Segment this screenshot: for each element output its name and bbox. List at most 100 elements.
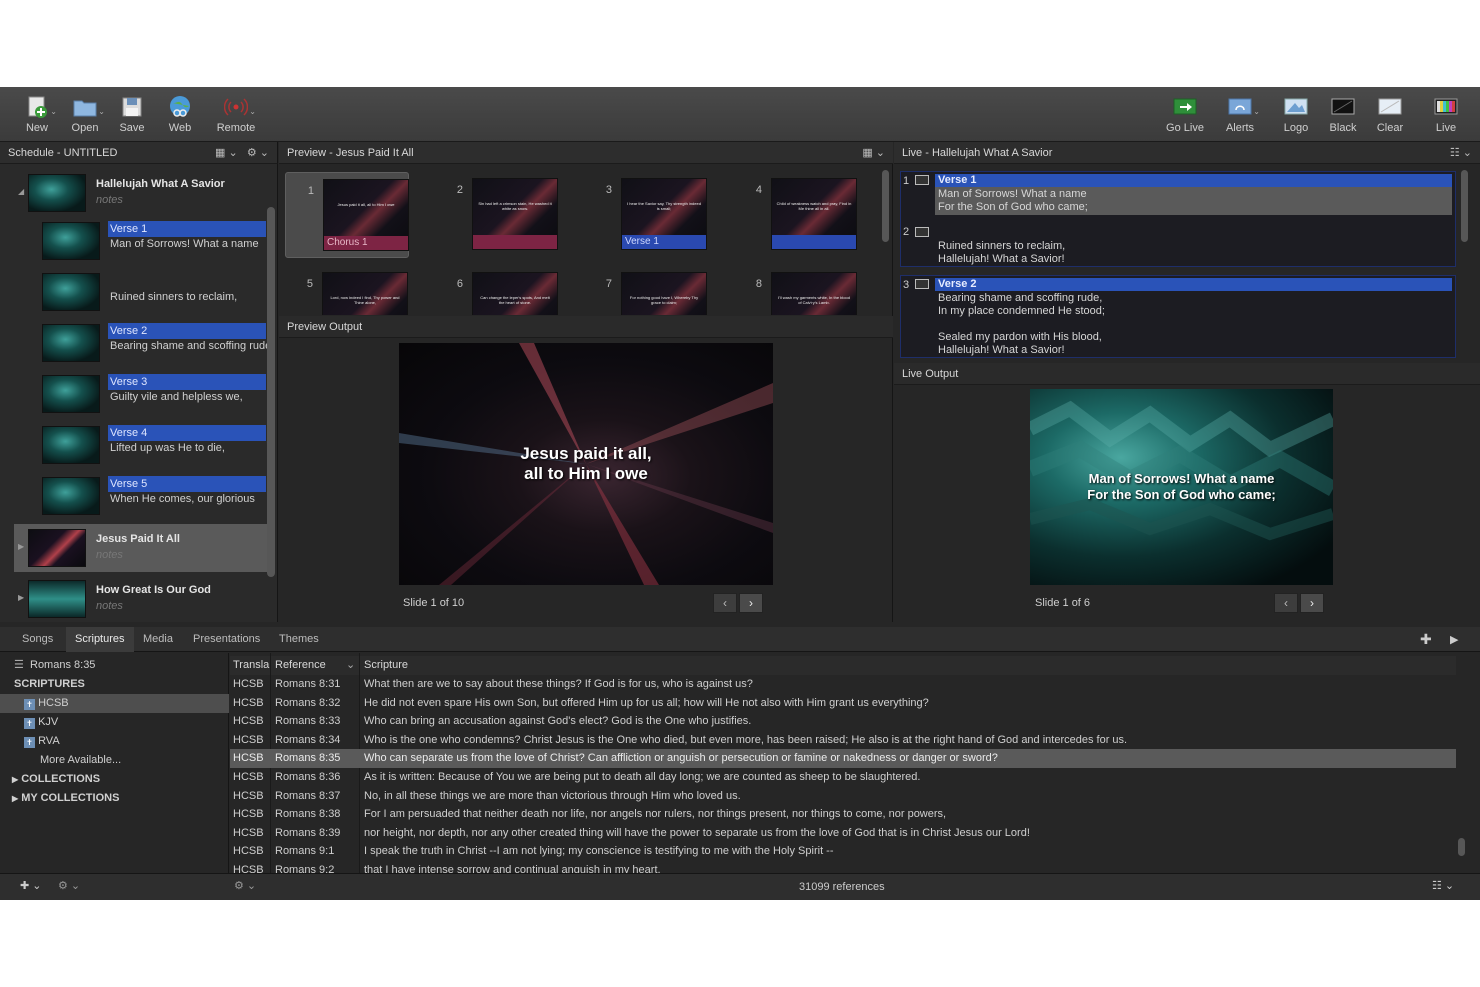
disclosure-closed-icon[interactable]: ▶ <box>18 593 24 602</box>
grid-view-icon[interactable]: ▦ ⌄ <box>862 147 885 159</box>
preview-slide[interactable]: 7 For nothing good have I, Whereby Thy g… <box>584 266 708 315</box>
table-row[interactable]: HCSB Romans 8:35 Who can separate us from … <box>230 749 1456 769</box>
chevron-left-icon: ‹ <box>723 596 727 610</box>
broadcast-icon: ⌄ <box>223 95 256 119</box>
table-row[interactable]: HCSB Romans 8:31 What then are we to say a… <box>230 675 1456 694</box>
logo-label: Logo <box>1283 122 1309 134</box>
table-scrollbar[interactable] <box>1458 838 1465 856</box>
slide-thumbnail <box>42 477 100 515</box>
live-next-button[interactable]: › <box>1300 593 1324 613</box>
cell-scripture: For I am persuaded that neither death no… <box>364 808 947 821</box>
clear-button[interactable]: Clear <box>1368 95 1412 134</box>
table-row[interactable]: HCSB Romans 8:36 As it is written: Because… <box>230 768 1456 787</box>
tab-media[interactable]: Media <box>134 627 182 652</box>
schedule-slide[interactable]: Verse 5 When He comes, our glorious <box>40 474 266 520</box>
go-live-button[interactable]: Go Live <box>1163 95 1207 134</box>
preview-slide[interactable]: 4 Child of weakness watch and pray, Find… <box>734 172 858 258</box>
collections-group[interactable]: ▶ COLLECTIONS <box>0 770 229 789</box>
table-row[interactable]: HCSB Romans 9:1 I speak the truth in Chris… <box>230 842 1456 861</box>
disclosure-closed-icon[interactable]: ▶ <box>18 542 24 551</box>
schedule-song[interactable]: ▶ Jesus Paid It All notes <box>14 524 268 572</box>
slide-text: When He comes, our glorious <box>110 493 255 505</box>
remote-button[interactable]: ⌄ Remote <box>214 95 258 134</box>
list-view-icon: ☷ <box>1432 880 1442 892</box>
sort-chevron-icon[interactable]: ⌄ <box>346 656 355 675</box>
web-button[interactable]: Web <box>158 95 202 134</box>
song-title: Hallelujah What A Savior <box>96 178 225 190</box>
schedule-slide[interactable]: Verse 4 Lifted up was He to die, <box>40 423 266 469</box>
add-menu-button[interactable]: ✚ ⌄ <box>20 879 42 892</box>
schedule-slide[interactable]: Ruined sinners to reclaim, <box>40 270 266 316</box>
cell-translation: HCSB <box>233 733 264 746</box>
open-button[interactable]: ⌄ Open <box>63 95 107 134</box>
table-row[interactable]: HCSB Romans 8:34 Who is the one who condem… <box>230 731 1456 750</box>
tab-themes[interactable]: Themes <box>270 627 328 652</box>
cell-scripture: nor height, nor depth, nor any other cre… <box>364 826 1030 839</box>
schedule-slide[interactable]: Verse 2 Bearing shame and scoffing rude, <box>40 321 270 367</box>
column-header-translation[interactable]: Transla <box>233 656 269 675</box>
monitor-icon <box>915 175 929 185</box>
preview-grid-scrollbar[interactable] <box>882 170 889 242</box>
preview-slide[interactable]: 2 Sin had left a crimson stain, He washe… <box>435 172 559 258</box>
table-row[interactable]: HCSB Romans 8:32 He did not even spare His… <box>230 694 1456 713</box>
logo-button[interactable]: Logo <box>1274 95 1318 134</box>
more-available-link[interactable]: More Available... <box>0 751 229 770</box>
preview-next-button[interactable]: › <box>739 593 763 613</box>
save-button[interactable]: Save <box>110 95 154 134</box>
live-view-toggle[interactable]: ☷ ⌄ <box>1450 142 1472 164</box>
alerts-button[interactable]: ⌄ Alerts <box>1218 95 1262 134</box>
slide-label-bar <box>473 235 557 249</box>
tab-scriptures[interactable]: Scriptures <box>66 627 134 652</box>
table-row[interactable]: HCSB Romans 8:33 Who can bring an accusati… <box>230 712 1456 731</box>
disclosure-open-icon[interactable]: ◢ <box>18 187 24 196</box>
schedule-slide[interactable]: Verse 1 Man of Sorrows! What a name <box>40 219 266 265</box>
live-slide[interactable]: 3 Verse 2 Bearing shame and scoffing rud… <box>900 275 1456 358</box>
gear-icon[interactable]: ⚙ ⌄ <box>247 147 269 159</box>
black-button[interactable]: Black <box>1321 95 1365 134</box>
list-view-icon[interactable]: ☷ ⌄ <box>1450 147 1472 159</box>
preview-slide[interactable]: 3 I hear the Savior say, Thy strength in… <box>584 172 708 258</box>
table-row[interactable]: HCSB Romans 8:39 nor height, nor depth, no… <box>230 824 1456 843</box>
schedule-slide[interactable]: Verse 3 Guilty vile and helpless we, <box>40 372 266 418</box>
column-header-reference[interactable]: Reference <box>275 656 326 675</box>
live-button[interactable]: Live <box>1424 95 1468 134</box>
translation-item-kjv[interactable]: ✝ KJV <box>0 713 229 732</box>
toolbar: ⌄ New ⌄ Open Save Web ⌄ Remote Go Live ⌄… <box>0 87 1480 142</box>
table-gear-button[interactable]: ⚙ ⌄ <box>234 879 256 892</box>
list-icon: ☰ <box>14 659 24 671</box>
tab-songs[interactable]: Songs <box>13 627 62 652</box>
open-label: Open <box>71 122 99 134</box>
schedule-scrollbar[interactable] <box>267 207 275 577</box>
preview-view-toggle[interactable]: ▦ ⌄ <box>862 142 885 164</box>
table-row[interactable]: HCSB Romans 8:37 No, in all these things w… <box>230 787 1456 806</box>
live-prev-button[interactable]: ‹ <box>1274 593 1298 613</box>
live-slide[interactable]: 1 Verse 1 Man of Sorrows! What a name Fo… <box>900 171 1456 267</box>
schedule-song[interactable]: ▶ How Great Is Our God notes <box>14 575 268 622</box>
live-scrollbar[interactable] <box>1461 170 1468 242</box>
slide-label: Verse 2 <box>108 323 266 339</box>
slide-label: Verse 3 <box>108 374 266 390</box>
table-row[interactable]: HCSB Romans 8:38 For I am persuaded that n… <box>230 805 1456 824</box>
tab-presentations[interactable]: Presentations <box>184 627 269 652</box>
cell-reference: Romans 8:33 <box>275 715 341 728</box>
translation-item-rva[interactable]: ✝ RVA <box>0 732 229 751</box>
my-collections-group[interactable]: ▶ MY COLLECTIONS <box>0 789 229 808</box>
preview-slide[interactable]: 8 I'll wash my garments white, In the bl… <box>734 266 858 315</box>
table-row[interactable]: HCSB Romans 9:2 that I have intense sorrow… <box>230 861 1456 873</box>
list-options-button[interactable]: ☷ ⌄ <box>1432 879 1454 892</box>
library-gear-button[interactable]: ⚙ ⌄ <box>58 879 80 892</box>
column-header-scripture[interactable]: Scripture <box>364 656 408 675</box>
translation-item-hcsb[interactable]: ✝ HCSB <box>0 694 229 713</box>
preview-prev-button[interactable]: ‹ <box>713 593 737 613</box>
preview-output-text: Jesus paid it all, all to Him I owe <box>399 444 773 484</box>
cell-scripture: I speak the truth in Christ --I am not l… <box>364 845 834 858</box>
slide-number: 1 <box>307 185 314 197</box>
new-button[interactable]: ⌄ New <box>15 95 59 134</box>
schedule-song[interactable]: ◢ Hallelujah What A Savior notes <box>14 169 268 217</box>
preview-slide[interactable]: 1 Jesus paid it all, all to Him I owe Cho… <box>285 172 409 258</box>
grid-view-icon[interactable]: ▦ ⌄ <box>215 147 238 159</box>
add-icon[interactable]: ✚ <box>1420 632 1432 646</box>
preview-slide[interactable]: 6 Can change the leper's spots, And melt… <box>435 266 559 315</box>
play-icon[interactable]: ▶ <box>1450 633 1458 646</box>
preview-slide[interactable]: 5 Lord, now indeed I find, Thy power and… <box>285 266 409 315</box>
